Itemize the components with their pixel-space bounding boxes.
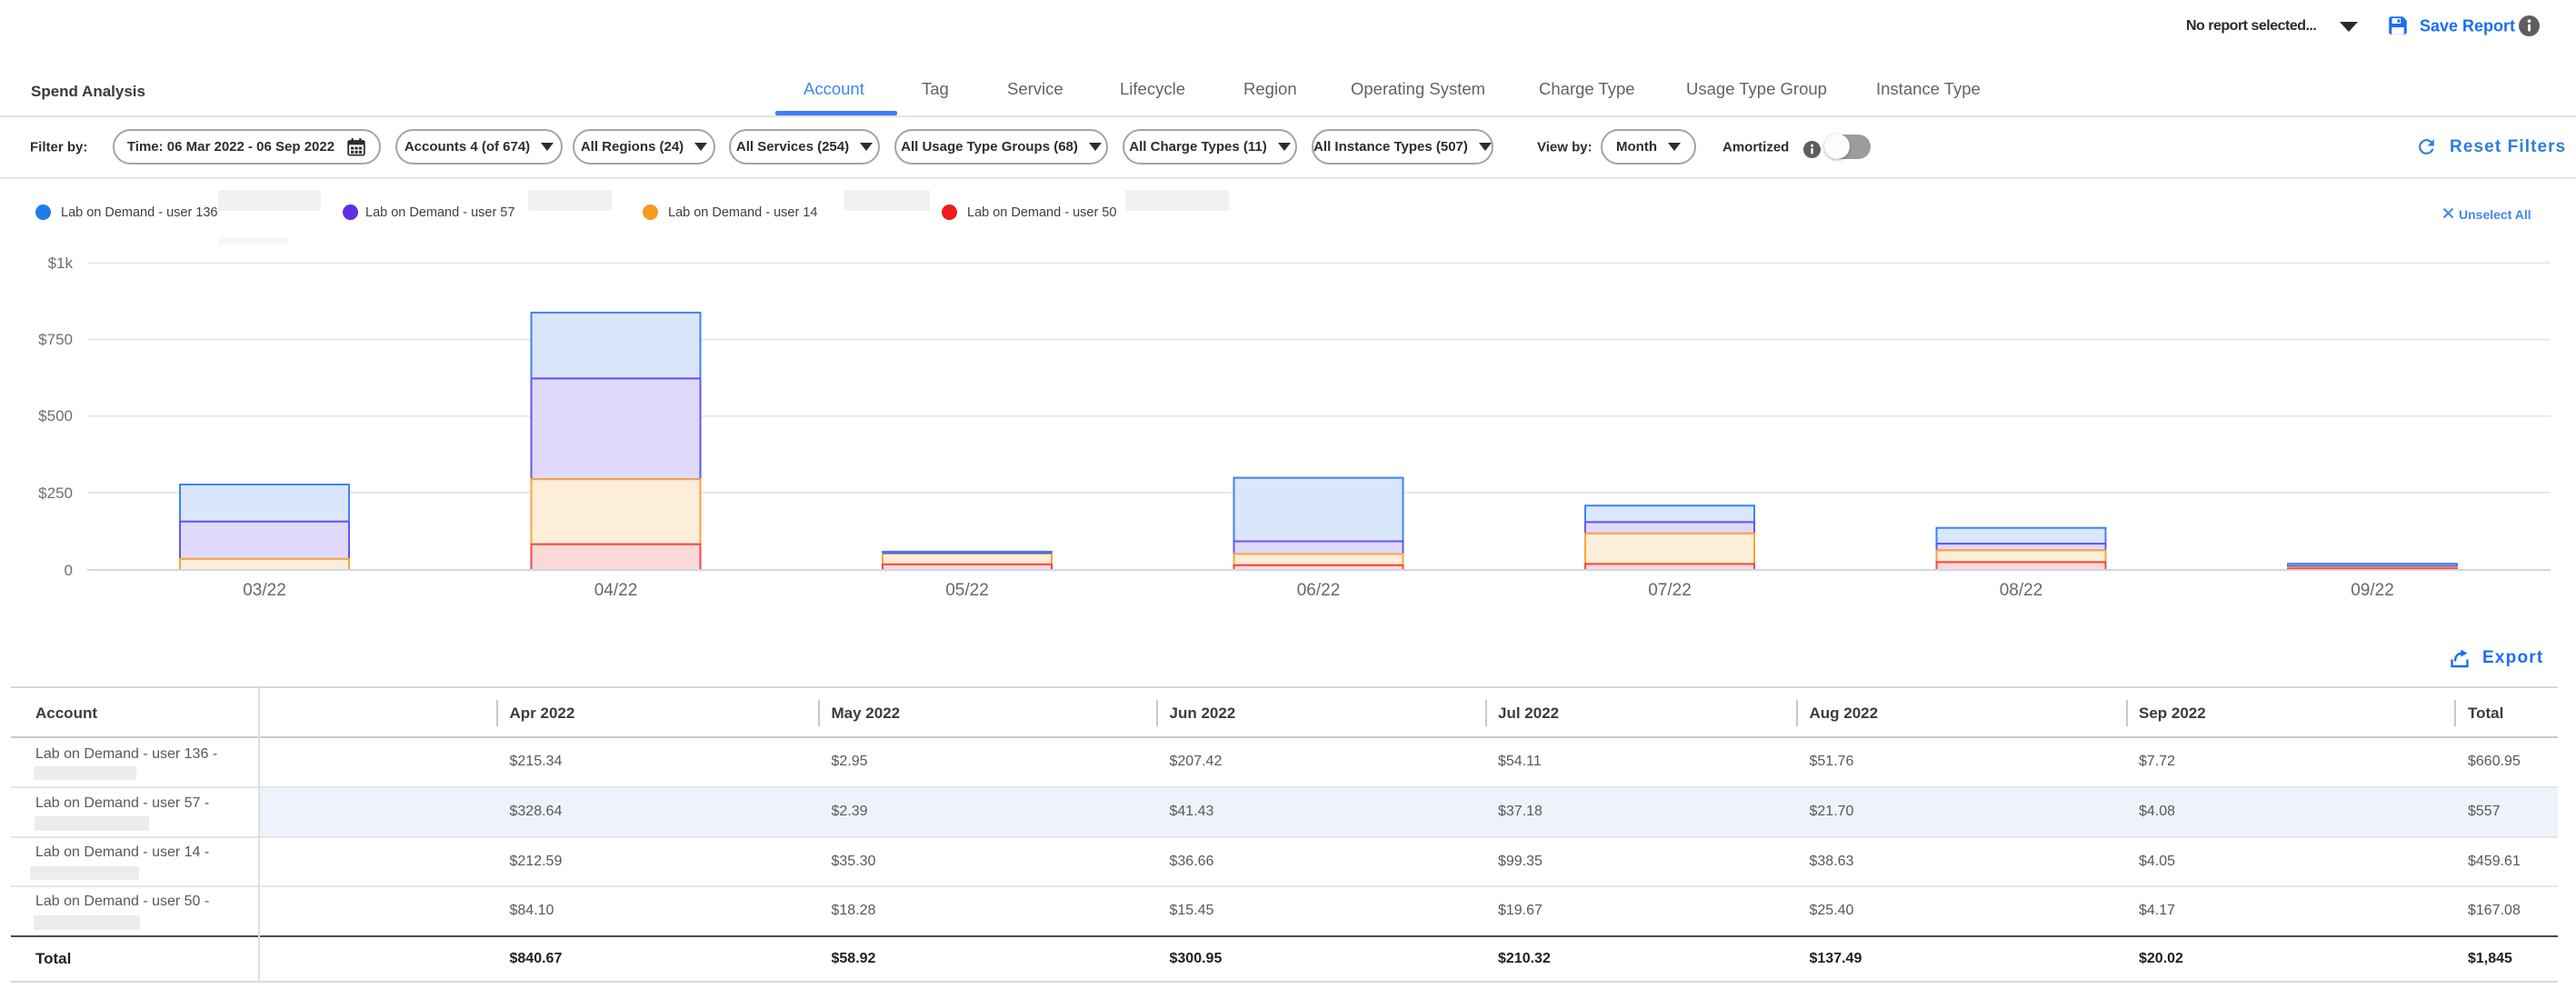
- svg-text:0: 0: [65, 562, 73, 579]
- svg-text:$750: $750: [38, 331, 73, 348]
- svg-text:$1k: $1k: [48, 255, 74, 272]
- svg-text:06/22: 06/22: [1297, 581, 1341, 600]
- svg-text:05/22: 05/22: [945, 581, 989, 600]
- svg-text:03/22: 03/22: [243, 581, 286, 600]
- svg-text:$250: $250: [38, 485, 73, 502]
- svg-text:07/22: 07/22: [1648, 581, 1692, 600]
- svg-text:04/22: 04/22: [594, 581, 638, 600]
- svg-text:$500: $500: [38, 407, 73, 425]
- svg-text:09/22: 09/22: [2351, 581, 2394, 600]
- svg-text:08/22: 08/22: [2000, 581, 2043, 600]
